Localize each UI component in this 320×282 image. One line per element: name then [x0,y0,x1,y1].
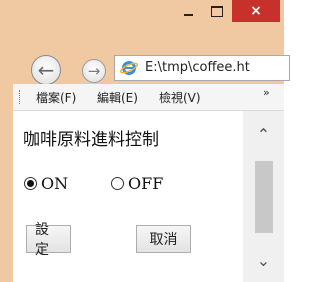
radio-off[interactable]: OFF [111,174,163,193]
vertical-scrollbar[interactable]: ⌃ ⌄ [243,111,284,282]
menu-edit[interactable]: 編輯(E) [97,89,138,106]
scroll-down-icon[interactable]: ⌄ [243,239,284,282]
close-button[interactable]: × [232,0,280,22]
menu-bar: 檔案(F) 編輯(E) 檢視(V) » [13,84,284,111]
minimize-icon [183,14,193,16]
menu-grip [19,90,22,104]
cancel-button[interactable]: 取消 [136,225,191,253]
menu-file[interactable]: 檔案(F) [36,89,76,106]
page-content: 咖啡原料進料控制 ON OFF 設定 取消 ⌃ ⌄ [13,111,284,282]
radio-off-button[interactable] [111,177,124,190]
maximize-icon [211,5,223,17]
scroll-thumb[interactable] [255,161,273,233]
radio-on-button[interactable] [24,177,37,190]
forward-arrow-icon: → [87,61,101,80]
radio-on-label: ON [41,174,69,193]
menu-view[interactable]: 檢視(V) [159,89,201,106]
menu-overflow-chevron-icon[interactable]: » [263,86,270,99]
ie-icon [120,61,138,75]
forward-button[interactable]: → [82,59,106,83]
submit-button[interactable]: 設定 [26,222,71,258]
browser-window: × ← → E:\tmp\coffee.ht 檔案(F) 編輯(E) 檢視(V)… [0,0,290,282]
page-title: 咖啡原料進料控制 [23,130,159,150]
back-button[interactable]: ← [31,55,61,85]
minimize-button[interactable] [174,0,202,22]
address-text: E:\tmp\coffee.ht [145,60,250,75]
back-arrow-icon: ← [37,58,55,82]
radio-on[interactable]: ON [24,174,68,193]
address-bar[interactable]: E:\tmp\coffee.ht [114,55,290,81]
radio-off-label: OFF [128,174,164,193]
maximize-button[interactable] [203,0,231,22]
scroll-up-icon[interactable]: ⌃ [243,111,284,157]
